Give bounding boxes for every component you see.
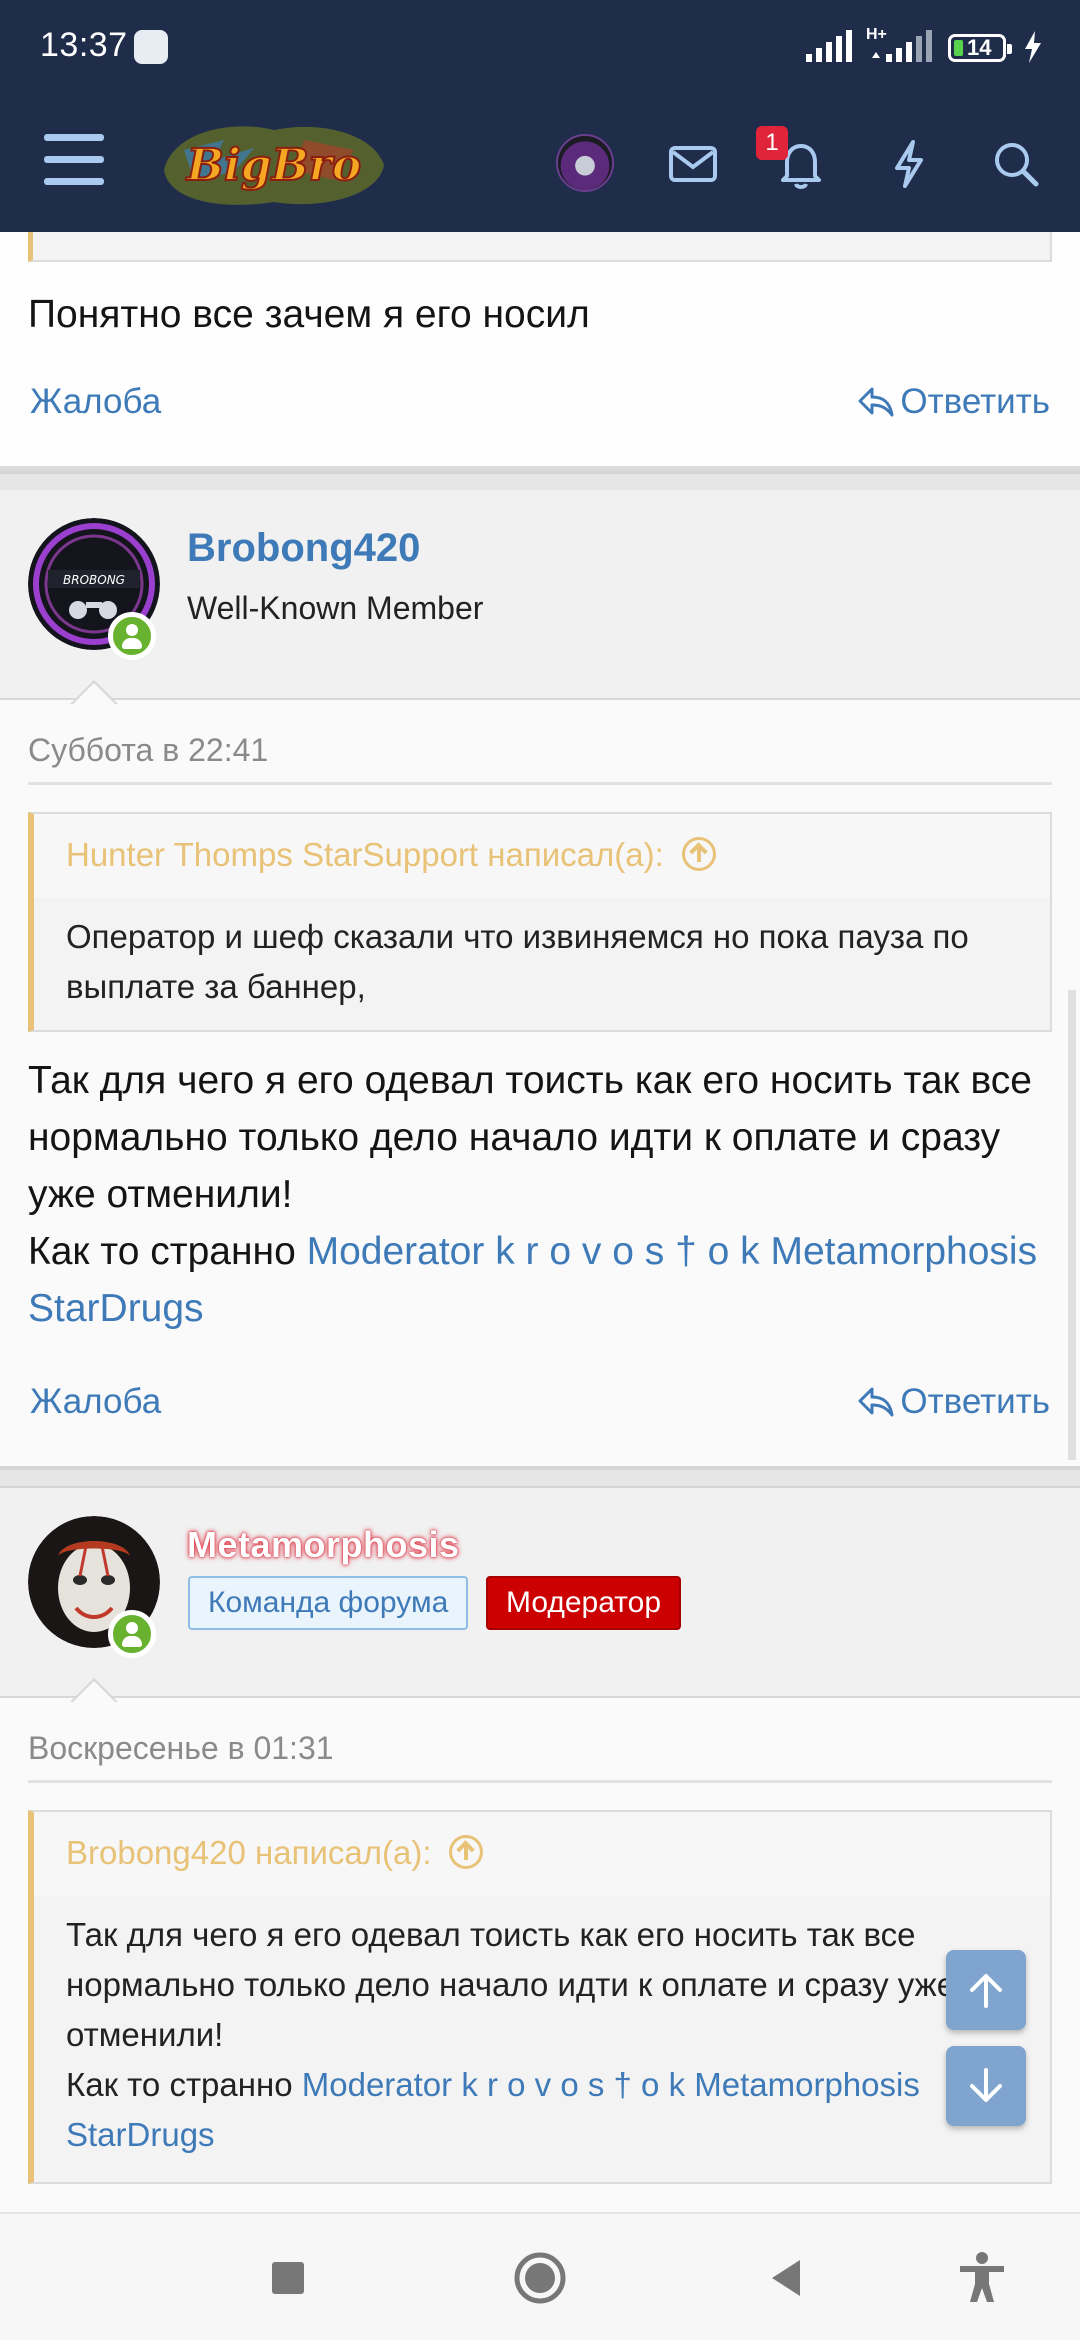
mention-link[interactable]: Metamorphosis — [694, 2066, 920, 2103]
quote-text-line: Так для чего я его одевал тоисть как его… — [66, 1916, 956, 2053]
home-icon[interactable] — [510, 2248, 570, 2308]
charging-icon — [1025, 31, 1041, 63]
app-header: BigBro 1 — [0, 96, 1080, 232]
user-avatar[interactable] — [556, 134, 614, 192]
post-partial: Понятно все зачем я его носил Жалоба Отв… — [0, 232, 1080, 470]
date-separator — [28, 1780, 1052, 1783]
post-body-mentions: Как то странно Moderator k r o v o s † o… — [28, 1223, 1052, 1337]
signal-icon — [806, 30, 852, 62]
post-body: Так для чего я его одевал тоисть как его… — [28, 1052, 1052, 1337]
recents-icon[interactable] — [258, 2248, 318, 2308]
notification-badge: 1 — [756, 126, 788, 160]
user-title: Well-Known Member — [187, 590, 484, 626]
user-block-pointer — [70, 1678, 118, 1703]
mention-link[interactable]: Metamorphosis — [770, 1230, 1037, 1273]
quote-author[interactable]: Hunter Thomps StarSupport написал(а): — [66, 836, 664, 873]
battery-icon: 14 — [948, 34, 1012, 62]
go-to-quote-icon[interactable] — [449, 1835, 484, 1869]
reply-icon — [858, 387, 894, 417]
post-date[interactable]: Суббота в 22:41 — [28, 732, 268, 769]
quote-author[interactable]: Brobong420 написал(а): — [66, 1834, 431, 1871]
mention-link[interactable]: Moderator k r o v o s † o k — [307, 1230, 760, 1273]
post-text: Понятно все зачем я его носил — [28, 293, 590, 336]
post-body-prefix: Как то странно — [28, 1230, 296, 1273]
quote-tail — [28, 232, 1052, 262]
post-date[interactable]: Воскресенье в 01:31 — [28, 1730, 334, 1767]
site-logo[interactable]: BigBro — [154, 110, 394, 218]
mention-link[interactable]: StarDrugs — [66, 2116, 215, 2153]
status-bar: 13:37 H+ 14 — [0, 0, 1080, 96]
logo-text: BigBro — [185, 140, 361, 191]
user-block-pointer — [70, 680, 118, 705]
username[interactable]: Metamorphosis — [187, 1524, 460, 1566]
team-badge: Команда форума — [188, 1576, 469, 1630]
post-divider — [0, 470, 1080, 492]
system-nav-bar — [0, 2212, 1080, 2340]
reply-link[interactable]: Ответить — [858, 1382, 1050, 1422]
lightning-icon[interactable] — [879, 134, 939, 194]
report-link[interactable]: Жалоба — [30, 1382, 161, 1422]
quote-prefix: Как то странно — [66, 2066, 293, 2103]
reply-label: Ответить — [900, 382, 1050, 421]
notification-app-icon — [134, 30, 168, 64]
quote-header[interactable]: Hunter Thomps StarSupport написал(а): — [34, 814, 1050, 898]
go-to-quote-icon[interactable] — [681, 837, 716, 871]
svg-text:BROBONG: BROBONG — [63, 573, 125, 587]
mention-link[interactable]: Moderator k r o v o s † o k — [302, 2066, 685, 2103]
scroll-down-icon — [970, 2068, 1002, 2102]
post-user-block: BROBONG Brobong420 Well-Known Member — [0, 490, 1080, 705]
scroll-to-top-button[interactable] — [946, 1950, 1026, 2030]
back-icon[interactable] — [758, 2248, 818, 2308]
battery-level: 14 — [967, 35, 992, 60]
quote-block: Hunter Thomps StarSupport написал(а): Оп… — [28, 812, 1052, 1032]
search-icon[interactable] — [986, 134, 1046, 194]
scrollbar[interactable] — [1068, 990, 1076, 1460]
reply-link[interactable]: Ответить — [858, 382, 1050, 422]
username[interactable]: Brobong420 — [187, 526, 420, 571]
signal-2-icon — [872, 30, 932, 62]
menu-icon[interactable] — [44, 134, 104, 186]
reply-icon — [858, 1387, 894, 1417]
quote-header[interactable]: Brobong420 написал(а): — [34, 1812, 1050, 1896]
post-divider — [0, 1466, 1080, 1488]
quote-mentions: Как то странно Moderator k r o v o s † o… — [66, 2060, 1018, 2160]
scroll-up-icon — [970, 1974, 1002, 2008]
online-status-icon — [108, 1610, 156, 1658]
quote-block: Brobong420 написал(а): Так для чего я ег… — [28, 1810, 1052, 2184]
mention-link[interactable]: StarDrugs — [28, 1287, 204, 1330]
scroll-to-bottom-button[interactable] — [946, 2046, 1026, 2126]
reply-label: Ответить — [900, 1382, 1050, 1421]
report-link[interactable]: Жалоба — [30, 382, 161, 422]
post-body-line: Так для чего я его одевал тоисть как его… — [28, 1059, 1032, 1216]
accessibility-icon[interactable] — [952, 2248, 1012, 2308]
quote-text: Так для чего я его одевал тоисть как его… — [34, 1896, 1050, 2182]
status-time: 13:37 — [40, 26, 128, 64]
mail-icon[interactable] — [663, 134, 723, 194]
quote-text: Оператор и шеф сказали что извиняемся но… — [66, 918, 969, 1005]
date-separator — [28, 782, 1052, 785]
moderator-badge: Модератор — [486, 1576, 682, 1630]
online-status-icon — [108, 612, 156, 660]
